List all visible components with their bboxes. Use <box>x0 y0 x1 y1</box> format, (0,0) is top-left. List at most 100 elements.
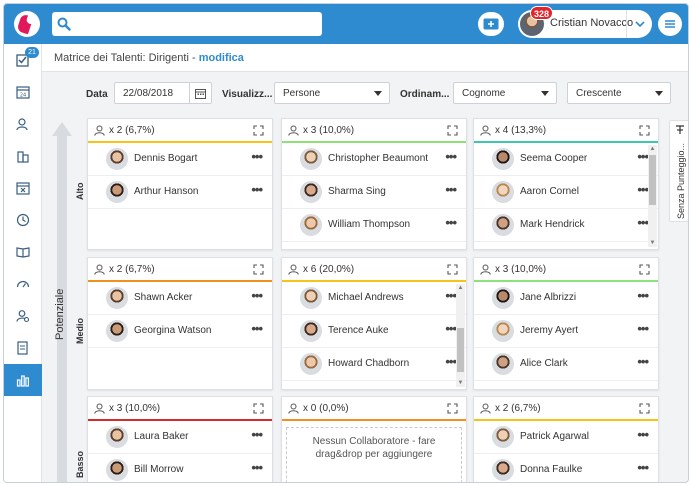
sort-select[interactable]: Cognome <box>453 82 557 104</box>
expand-icon[interactable] <box>447 125 458 139</box>
scroll-down-icon[interactable]: ▼ <box>456 379 465 387</box>
chevron-down-icon[interactable] <box>626 10 652 38</box>
employee-row[interactable]: Howard Chadborn ••• <box>282 348 466 381</box>
sidebar-item-time[interactable] <box>4 204 42 236</box>
more-options-icon[interactable]: ••• <box>445 288 457 303</box>
employee-row[interactable]: Christopher Beaumont ••• <box>282 143 466 176</box>
employee-row[interactable]: Donna Faulke ••• <box>474 454 658 482</box>
scroll-thumb[interactable] <box>649 155 656 205</box>
scroll-up-icon[interactable]: ▲ <box>456 284 465 292</box>
sidebar-item-tasks[interactable]: 21 <box>4 44 42 76</box>
more-options-icon[interactable]: ••• <box>251 460 263 475</box>
matrix-cell[interactable]: x 6 (20,0%) Michael Andrews ••• Terence Auk… <box>281 257 467 390</box>
sidebar-item-people[interactable] <box>4 108 42 140</box>
expand-icon[interactable] <box>253 125 264 139</box>
sidebar-item-organization[interactable] <box>4 140 42 172</box>
more-options-icon[interactable]: ••• <box>637 288 649 303</box>
employee-row[interactable]: Arthur Hanson ••• <box>88 176 272 209</box>
avatar <box>106 426 128 448</box>
expand-icon[interactable] <box>447 403 458 417</box>
matrix-cell[interactable]: x 3 (10,0%) Jane Albrizzi ••• Jeremy Ayert •… <box>473 257 659 390</box>
employee-row[interactable]: Dennis Bogart ••• <box>88 143 272 176</box>
more-options-icon[interactable]: ••• <box>637 215 649 230</box>
more-options-icon[interactable]: ••• <box>251 288 263 303</box>
sidebar-item-reports[interactable] <box>4 332 42 364</box>
employee-name: Howard Chadborn <box>328 358 410 369</box>
avatar <box>300 148 322 170</box>
more-options-icon[interactable]: ••• <box>251 149 263 164</box>
expand-icon[interactable] <box>447 264 458 278</box>
sidebar-item-talent-matrix[interactable] <box>4 364 42 396</box>
avatar <box>492 426 514 448</box>
more-options-icon[interactable]: ••• <box>251 427 263 442</box>
add-widget-button[interactable] <box>478 12 504 36</box>
expand-icon[interactable] <box>639 403 650 417</box>
matrix-cell[interactable]: x 2 (6,7%) Patrick Agarwal ••• Donna Faulke… <box>473 396 659 482</box>
employee-row[interactable]: William Thompson ••• <box>282 209 466 242</box>
employee-row[interactable]: Jeremy Ayert ••• <box>474 315 658 348</box>
sidebar-item-absences[interactable] <box>4 172 42 204</box>
sidebar-item-calendar[interactable]: 24 <box>4 76 42 108</box>
expand-icon[interactable] <box>639 125 650 139</box>
scroll-thumb[interactable] <box>457 328 464 372</box>
more-options-icon[interactable]: ••• <box>445 321 457 336</box>
more-options-icon[interactable]: ••• <box>637 182 649 197</box>
expand-icon[interactable] <box>253 403 264 417</box>
scroll-up-icon[interactable]: ▲ <box>648 145 657 153</box>
scrollbar[interactable]: ▲ ▼ <box>456 284 465 387</box>
employee-row[interactable]: Jane Albrizzi ••• <box>474 282 658 315</box>
more-options-icon[interactable]: ••• <box>445 182 457 197</box>
more-options-icon[interactable]: ••• <box>637 354 649 369</box>
employee-row[interactable]: Mark Hendrick ••• <box>474 209 658 242</box>
more-options-icon[interactable]: ••• <box>637 427 649 442</box>
unscored-tab[interactable]: Senza Punteggio... <box>669 120 688 222</box>
employee-name: Aaron Cornel <box>520 186 579 197</box>
employee-name: Michael Andrews <box>328 292 404 303</box>
employee-row[interactable]: Georgina Watson ••• <box>88 315 272 348</box>
calendar-icon[interactable] <box>189 83 211 103</box>
matrix-cell[interactable]: x 2 (6,7%) Dennis Bogart ••• Arthur Hanson •… <box>87 118 273 250</box>
employee-row[interactable]: Sharma Sing ••• <box>282 176 466 209</box>
employee-row[interactable]: Terence Auke ••• <box>282 315 466 348</box>
user-menu[interactable]: 328 Cristian Novacco <box>518 6 652 38</box>
cell-header: x 2 (6,7%) <box>88 258 272 282</box>
matrix-cell[interactable]: x 3 (10,0%) Christopher Beaumont ••• Sharma… <box>281 118 467 250</box>
expand-icon[interactable] <box>253 264 264 278</box>
matrix-cell[interactable]: x 0 (0,0%) Nessun Collaboratore - fare dr… <box>281 396 467 482</box>
more-options-icon[interactable]: ••• <box>637 321 649 336</box>
view-select[interactable]: Persone <box>274 82 390 104</box>
more-options-icon[interactable]: ••• <box>251 182 263 197</box>
employee-row[interactable]: Aaron Cornel ••• <box>474 176 658 209</box>
matrix-cell[interactable]: x 2 (6,7%) Shawn Acker ••• Georgina Watson •… <box>87 257 273 390</box>
employee-row[interactable]: Patrick Agarwal ••• <box>474 421 658 454</box>
scrollbar[interactable]: ▲ ▼ <box>648 145 657 247</box>
scroll-down-icon[interactable]: ▼ <box>648 239 657 247</box>
sidebar-item-performance[interactable] <box>4 268 42 300</box>
more-options-icon[interactable]: ••• <box>637 149 649 164</box>
more-options-icon[interactable]: ••• <box>445 354 457 369</box>
matrix-cell[interactable]: x 4 (13,3%) Seema Cooper ••• Aaron Cornel ••… <box>473 118 659 250</box>
more-options-icon[interactable]: ••• <box>445 149 457 164</box>
employee-row[interactable]: Laura Baker ••• <box>88 421 272 454</box>
employee-row[interactable]: Michael Andrews ••• <box>282 282 466 315</box>
more-options-icon[interactable]: ••• <box>637 460 649 475</box>
matrix-cell[interactable]: x 3 (10,0%) Laura Baker ••• Bill Morrow ••• <box>87 396 273 482</box>
order-select[interactable]: Crescente <box>567 82 671 104</box>
employee-row[interactable]: Bill Morrow ••• <box>88 454 272 482</box>
more-options-icon[interactable]: ••• <box>251 321 263 336</box>
employee-row[interactable]: Shawn Acker ••• <box>88 282 272 315</box>
employee-name: Patrick Agarwal <box>520 431 589 442</box>
sidebar-item-training[interactable] <box>4 236 42 268</box>
menu-button[interactable] <box>658 12 682 36</box>
expand-icon[interactable] <box>639 264 650 278</box>
employee-row[interactable]: Seema Cooper ••• <box>474 143 658 176</box>
search-input[interactable] <box>78 15 316 33</box>
app-logo[interactable] <box>14 11 40 37</box>
sidebar-item-recruiting[interactable] <box>4 300 42 332</box>
search-icon[interactable] <box>52 12 76 36</box>
date-label: Data <box>86 89 108 100</box>
more-options-icon[interactable]: ••• <box>445 215 457 230</box>
date-field[interactable]: 22/08/2018 <box>114 82 212 104</box>
employee-row[interactable]: Alice Clark ••• <box>474 348 658 381</box>
edit-link[interactable]: modifica <box>199 52 244 64</box>
